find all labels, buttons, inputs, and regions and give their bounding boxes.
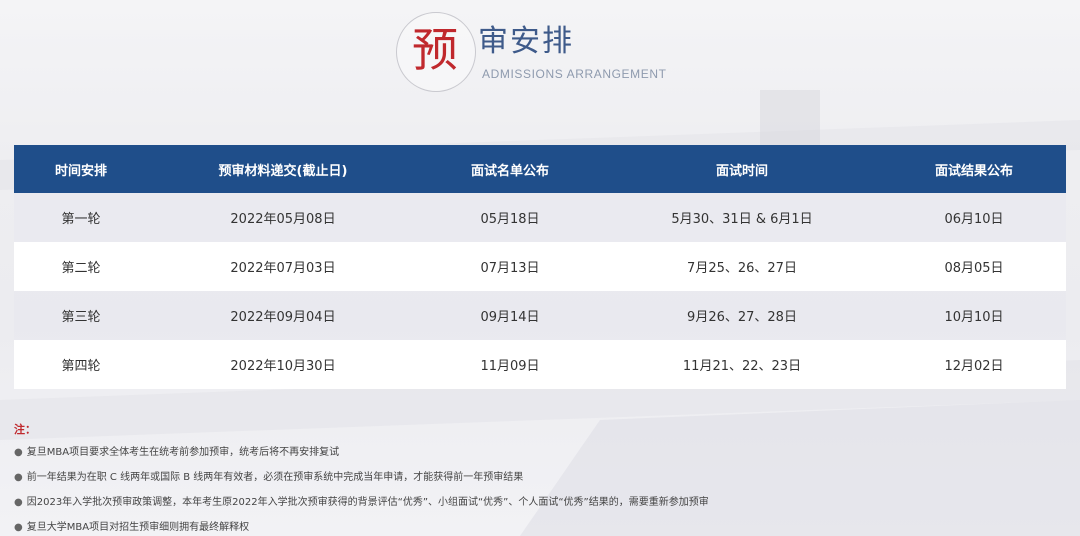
- table-row: 第三轮 2022年09月04日 09月14日 9月26、27、28日 10月10…: [14, 291, 1066, 340]
- note-item: ● 复旦大学MBA项目对招生预审细则拥有最终解释权: [14, 515, 1066, 536]
- table-cell: 第四轮: [61, 359, 101, 374]
- table-header-row: 时间安排 预审材料递交(截止日) 面试名单公布 面试时间 面试结果公布: [14, 145, 1066, 193]
- column-header: 面试名单公布: [470, 163, 549, 179]
- table-cell: 09月14日: [480, 310, 540, 325]
- table-cell: 5月30、31日 & 6月1日: [671, 212, 813, 227]
- note-text: 前一年结果为在职 C 线两年或国际 B 线两年有效者，必须在预审系统中完成当年申…: [26, 472, 524, 483]
- table-cell: 2022年07月03日: [230, 261, 336, 276]
- table-cell: 05月18日: [480, 212, 540, 227]
- bullet-icon: ●: [14, 497, 23, 508]
- column-header: 预审材料递交(截止日): [218, 163, 348, 179]
- table-cell: 2022年10月30日: [230, 359, 336, 374]
- table-cell: 2022年05月08日: [230, 212, 336, 227]
- table-cell: 7月25、26、27日: [687, 261, 797, 276]
- column-header: 时间安排: [54, 163, 107, 179]
- table-cell: 第一轮: [61, 212, 101, 227]
- table-cell: 第三轮: [61, 310, 101, 325]
- column-header: 面试结果公布: [934, 163, 1013, 179]
- column-header: 面试时间: [715, 163, 768, 179]
- table-cell: 07月13日: [480, 261, 540, 276]
- schedule-table: 时间安排 预审材料递交(截止日) 面试名单公布 面试时间 面试结果公布 第一轮 …: [14, 145, 1066, 389]
- notes-title: 注：: [14, 423, 36, 436]
- table-cell: 10月10日: [944, 310, 1004, 325]
- table-cell: 9月26、27、28日: [687, 310, 797, 325]
- note-text: 因2023年入学批次预审政策调整，本年考生原2022年入学批次预审获得的背景评估…: [26, 497, 709, 508]
- note-text: 复旦MBA项目要求全体考生在统考前参加预审，统考后将不再安排复试: [26, 447, 340, 458]
- note-item: ● 因2023年入学批次预审政策调整，本年考生原2022年入学批次预审获得的背景评…: [14, 490, 1066, 515]
- table-row: 第四轮 2022年10月30日 11月09日 11月21、22、23日 12月0…: [14, 340, 1066, 389]
- note-item: ● 复旦MBA项目要求全体考生在统考前参加预审，统考后将不再安排复试: [14, 440, 1066, 465]
- page-title-first-char: 预: [412, 23, 458, 77]
- table-cell: 第二轮: [61, 261, 101, 276]
- bullet-icon: ●: [14, 472, 23, 483]
- bullet-icon: ●: [14, 522, 23, 533]
- note-text: 复旦大学MBA项目对招生预审细则拥有最终解释权: [26, 522, 250, 533]
- note-item: ● 前一年结果为在职 C 线两年或国际 B 线两年有效者，必须在预审系统中完成当年…: [14, 465, 1066, 490]
- page-title: 审安排: [478, 24, 574, 59]
- bullet-icon: ●: [14, 447, 23, 458]
- table-cell: 11月09日: [480, 359, 540, 374]
- table-row: 第二轮 2022年07月03日 07月13日 7月25、26、27日 08月05…: [14, 242, 1066, 291]
- table-cell: 11月21、22、23日: [682, 359, 802, 374]
- notes-section: 注： ● 复旦MBA项目要求全体考生在统考前参加预审，统考后将不再安排复试 ● 前一…: [14, 420, 1066, 536]
- table-cell: 06月10日: [944, 212, 1004, 227]
- table-row: 第一轮 2022年05月08日 05月18日 5月30、31日 & 6月1日 0…: [14, 193, 1066, 242]
- table-cell: 2022年09月04日: [230, 310, 336, 325]
- page-header: 预 审安排 ADMISSIONS ARRANGEMENT: [0, 0, 1080, 145]
- page-subtitle-en: ADMISSIONS ARRANGEMENT: [482, 67, 667, 81]
- table-cell: 12月02日: [944, 359, 1004, 374]
- table-cell: 08月05日: [944, 261, 1004, 276]
